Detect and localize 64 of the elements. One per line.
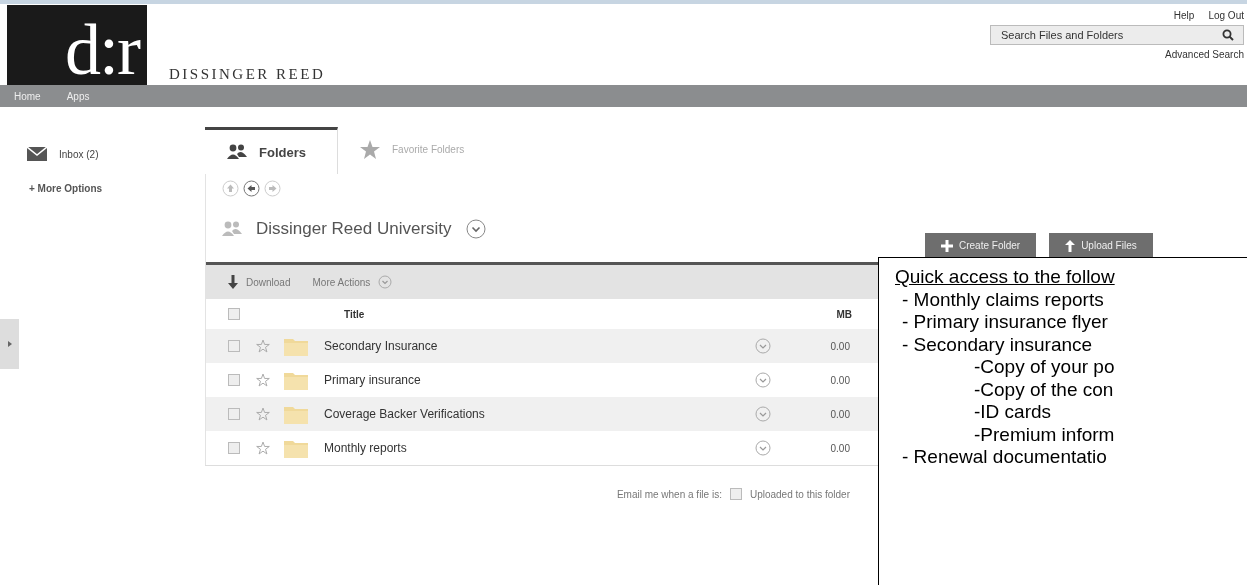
callout-item: - Primary insurance flyer	[901, 311, 1108, 334]
folder-name[interactable]: Monthly reports	[324, 441, 755, 455]
download-icon	[228, 275, 238, 289]
collapse-handle[interactable]	[0, 319, 19, 369]
inbox-link[interactable]: Inbox (2)	[59, 148, 99, 160]
chevron-circle-icon	[378, 275, 393, 289]
search-icon[interactable]	[1222, 29, 1234, 41]
callout-item: -ID cards	[973, 401, 1052, 424]
search-field[interactable]: Search Files and Folders	[990, 25, 1244, 45]
size-cell: 0.00	[830, 442, 850, 454]
chevron-circle-icon[interactable]	[754, 440, 771, 456]
column-header[interactable]: MB	[836, 308, 852, 320]
folder-icon	[284, 336, 308, 356]
callout-item: - Renewal documentatio	[901, 446, 1107, 469]
people-icon	[227, 144, 247, 160]
star-outline-icon[interactable]	[256, 373, 270, 387]
row-checkbox[interactable]	[228, 442, 240, 454]
checkbox-label: Uploaded to this folder	[749, 488, 850, 500]
more-actions-menu[interactable]: More Actions	[312, 275, 393, 289]
column-header[interactable]: Title	[344, 308, 365, 320]
logo: d:r	[7, 5, 147, 85]
envelope-icon	[27, 147, 47, 161]
size-cell: 0.00	[830, 374, 850, 386]
star-outline-icon[interactable]	[256, 339, 270, 353]
email-label: Email me when a file is:	[616, 488, 722, 500]
create-folder-button[interactable]: Create Folder	[925, 233, 1037, 258]
callout-item: -Copy of the con	[973, 378, 1114, 401]
folder-icon	[284, 370, 308, 390]
size-cell: 0.00	[830, 340, 850, 352]
more-options-link[interactable]: + More Options	[29, 183, 205, 194]
folder-icon	[284, 404, 308, 424]
folder-icon	[284, 438, 308, 458]
chevron-circle-icon[interactable]	[754, 406, 771, 422]
folder-title: Dissinger Reed University	[256, 219, 452, 239]
chevron-circle-icon[interactable]	[754, 372, 771, 388]
callout-item: -Premium inform	[973, 423, 1115, 446]
row-checkbox[interactable]	[228, 374, 240, 386]
row-checkbox[interactable]	[228, 340, 240, 352]
upload-files-button[interactable]: Upload Files	[1049, 233, 1153, 258]
star-icon	[360, 139, 380, 159]
people-icon	[222, 221, 242, 237]
brand-name: DISSINGER REED	[169, 66, 326, 83]
header-link[interactable]: Help	[1173, 10, 1195, 21]
callout-item: -Copy of your po	[973, 356, 1115, 379]
callout-heading: Quick access to the follow	[895, 266, 1115, 289]
folder-name[interactable]: Secondary Insurance	[324, 339, 755, 353]
chevron-circle-icon[interactable]	[754, 338, 771, 354]
star-outline-icon[interactable]	[256, 407, 270, 421]
tab[interactable]: Folders	[205, 127, 338, 174]
download-action[interactable]: Download	[228, 275, 291, 289]
folder-name[interactable]: Primary insurance	[324, 373, 755, 387]
callout-item: - Secondary insurance	[901, 333, 1093, 356]
email-checkbox[interactable]	[729, 488, 742, 500]
header-link[interactable]: Log Out	[1208, 10, 1244, 21]
folder-name[interactable]: Coverage Backer Verifications	[324, 407, 755, 421]
star-outline-icon[interactable]	[256, 441, 270, 455]
advanced-search-link[interactable]: Advanced Search	[1165, 49, 1244, 60]
select-all-checkbox[interactable]	[228, 308, 240, 320]
callout-item: - Monthly claims reports	[901, 288, 1104, 311]
row-checkbox[interactable]	[228, 408, 240, 420]
size-cell: 0.00	[830, 408, 850, 420]
chevron-circle-icon[interactable]	[465, 219, 486, 239]
plus-icon	[941, 239, 953, 252]
up-arrow-icon	[1065, 239, 1076, 252]
